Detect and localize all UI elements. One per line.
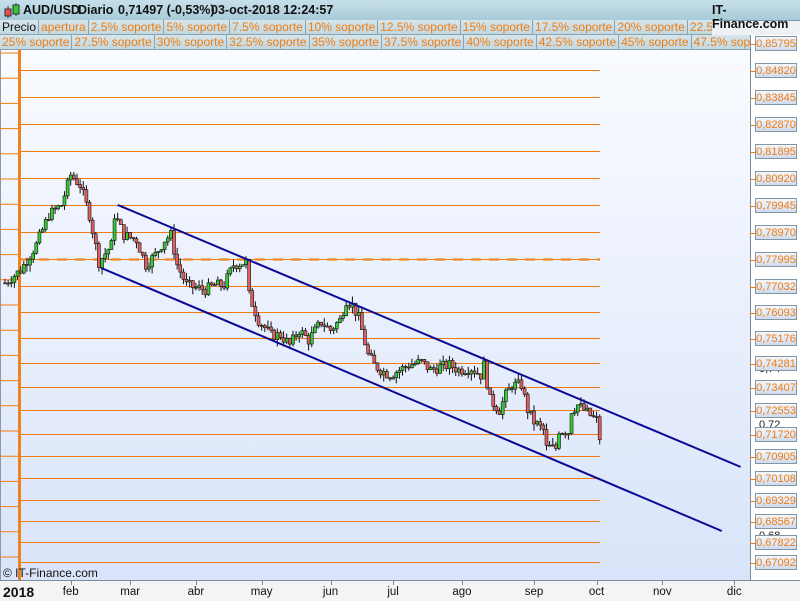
indicator-tab[interactable]: 10% soporte [305, 20, 379, 35]
title-bar: AUD/USD Diario 0,71497 (-0,53%) 03-oct-2… [0, 0, 800, 31]
level-label: 0,84820 [755, 62, 797, 78]
indicator-tabs-row-2: 25% soporte 27.5% soporte 30% soporte 32.5%… [0, 35, 750, 50]
level-label: 0,76093 [755, 304, 797, 320]
level-label: 0,74281 [755, 355, 797, 371]
month-label: sep [524, 586, 544, 598]
indicator-tab[interactable]: 35% soporte [309, 35, 382, 50]
level-label: 0,80920 [755, 170, 797, 186]
indicator-tab[interactable]: 47.5% soporte [691, 35, 750, 50]
quote: 0,71497 (-0,53%) [118, 3, 215, 17]
month-tick [330, 581, 332, 585]
indicator-tab[interactable]: 5% soporte [164, 20, 231, 35]
level-label: 0,78970 [755, 224, 797, 240]
indicator-tab[interactable]: 12.5% soporte [378, 20, 461, 35]
month-tick [734, 581, 736, 585]
indicator-tabs-row-1: Precio apertura 2.5% soporte 5% soporte 7.5%… [0, 20, 712, 35]
month-tick [195, 581, 197, 585]
month-tick [393, 581, 395, 585]
level-label: 0,73407 [755, 379, 797, 395]
level-label: 0,77995 [755, 251, 797, 267]
level-label: 0,85795 [755, 35, 797, 51]
month-tick [533, 581, 535, 585]
indicator-tab[interactable]: 15% soporte [460, 20, 534, 35]
month-label: feb [62, 586, 79, 598]
indicator-tab[interactable]: 25% soporte [0, 35, 73, 50]
indicator-tab[interactable]: 27.5% soporte [72, 35, 155, 50]
month-tick [70, 581, 72, 585]
month-tick [662, 581, 664, 585]
chart-plot-area[interactable] [0, 50, 751, 580]
month-label: abr [187, 586, 205, 598]
level-label: 0,72553 [755, 402, 797, 418]
level-label: 0,68567 [755, 513, 797, 529]
level-label: 0,81895 [755, 143, 797, 159]
level-label: 0,75176 [755, 330, 797, 346]
indicator-tab[interactable]: apertura [39, 20, 89, 35]
time-axis: 2018 feb mar abr may jun jul ago sep oct nov dic [0, 580, 800, 601]
month-label: may [250, 586, 273, 598]
level-label: 0,77032 [755, 278, 797, 294]
indicator-tab[interactable]: 22.5% soporte [687, 20, 712, 35]
year-label: 2018 [3, 584, 35, 600]
month-tick [461, 581, 463, 585]
level-label: 0,71720 [755, 426, 797, 442]
level-label: 0,69329 [755, 492, 797, 508]
level-label: 0,82870 [755, 116, 797, 132]
level-label: 0,83845 [755, 89, 797, 105]
indicator-tab[interactable]: 30% soporte [154, 35, 228, 50]
indicator-tab[interactable]: 42.5% soporte [536, 35, 620, 50]
level-label: 0,70905 [755, 448, 797, 464]
level-label: 0,79945 [755, 197, 797, 213]
indicator-tab[interactable]: 32.5% soporte [227, 35, 310, 50]
month-label: ago [452, 586, 472, 598]
month-label: nov [653, 586, 672, 598]
indicator-tab[interactable]: Precio [0, 20, 40, 35]
level-label: 0,67822 [755, 534, 797, 550]
indicator-tab[interactable]: 37.5% soporte [381, 35, 465, 50]
indicator-tab[interactable]: 40% soporte [464, 35, 537, 50]
copyright: © IT-Finance.com [3, 566, 98, 580]
indicator-tab[interactable]: 45% soporte [619, 35, 692, 50]
month-label: jun [322, 586, 339, 598]
month-label: oct [588, 586, 605, 598]
indicator-tab[interactable]: 2.5% soporte [88, 20, 165, 35]
level-label: 0,70108 [755, 470, 797, 486]
period: Diario [78, 3, 114, 17]
month-tick [261, 581, 263, 585]
indicator-tab[interactable]: 7.5% soporte [230, 20, 306, 35]
month-tick [596, 581, 598, 585]
candlestick-logo-icon [4, 3, 20, 18]
datetime: 03-oct-2018 12:24:57 [211, 3, 334, 17]
month-tick [130, 581, 132, 585]
indicator-tab[interactable]: 17.5% soporte [533, 20, 616, 35]
brand: IT-Finance.com [712, 3, 789, 31]
month-label: dic [726, 586, 742, 598]
indicator-tab[interactable]: 20% soporte [615, 20, 688, 35]
symbol: AUD/USD [23, 3, 80, 17]
month-label: mar [120, 586, 141, 598]
level-label: 0,67092 [755, 554, 797, 570]
month-label: jul [387, 586, 399, 598]
